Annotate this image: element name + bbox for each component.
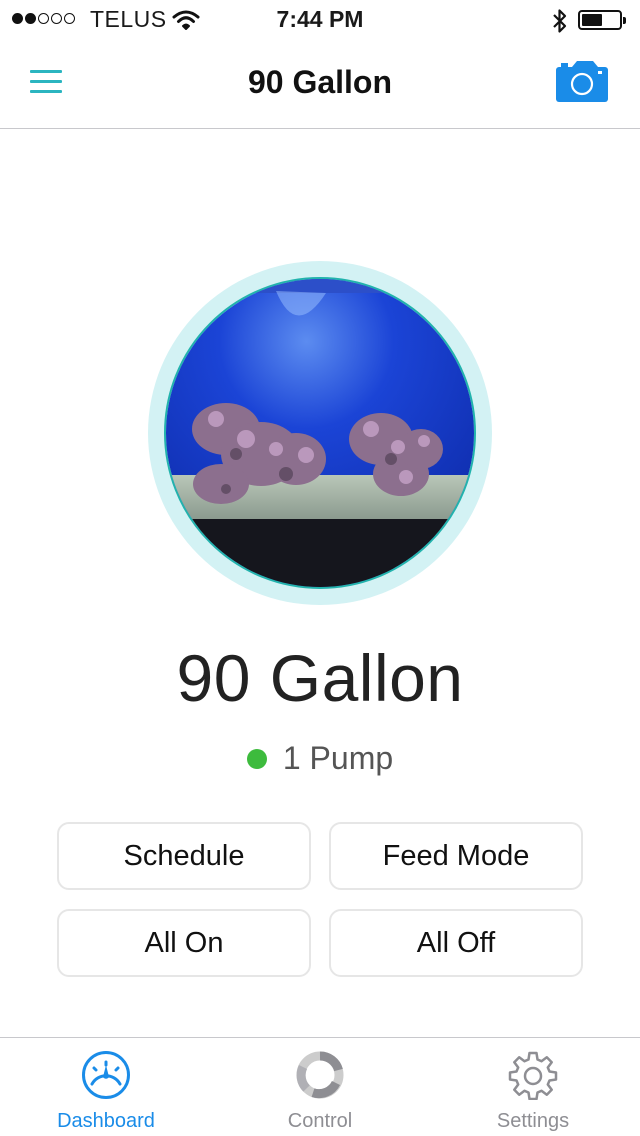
tab-bar: Dashboard Control Settings [0, 1037, 640, 1136]
hamburger-menu-icon[interactable] [30, 68, 64, 96]
camera-button[interactable] [556, 60, 610, 104]
all-off-button[interactable]: All Off [329, 909, 583, 977]
control-ring-icon [296, 1051, 344, 1099]
status-indicator [246, 748, 267, 769]
status-time: 7:44 PM [276, 6, 364, 32]
gear-icon [508, 1051, 558, 1100]
tab-label: Dashboard [57, 1110, 155, 1132]
bluetooth-icon [553, 9, 567, 33]
schedule-button[interactable]: Schedule [57, 822, 311, 890]
tab-control[interactable]: Control [240, 1038, 400, 1136]
tab-dashboard[interactable]: Dashboard [26, 1038, 186, 1136]
camera-icon [556, 61, 608, 102]
dashboard-gauge-icon [82, 1051, 130, 1099]
status-bar: TELUS 7:44 PM [0, 0, 640, 40]
all-on-button[interactable]: All On [57, 909, 311, 977]
pump-status: 1 Pump [0, 740, 640, 777]
tab-settings[interactable]: Settings [453, 1038, 613, 1136]
battery-icon [578, 10, 626, 30]
nav-bar: 90 Gallon [0, 40, 640, 129]
page-title: 90 Gallon [247, 64, 393, 100]
tab-label: Settings [496, 1110, 570, 1132]
pump-count-label: 1 Pump [282, 740, 394, 776]
tab-label: Control [287, 1110, 353, 1132]
tank-photo[interactable] [148, 261, 492, 605]
feed-mode-button[interactable]: Feed Mode [329, 822, 583, 890]
aquarium-image [164, 277, 476, 589]
tank-name: 90 Gallon [176, 641, 464, 715]
